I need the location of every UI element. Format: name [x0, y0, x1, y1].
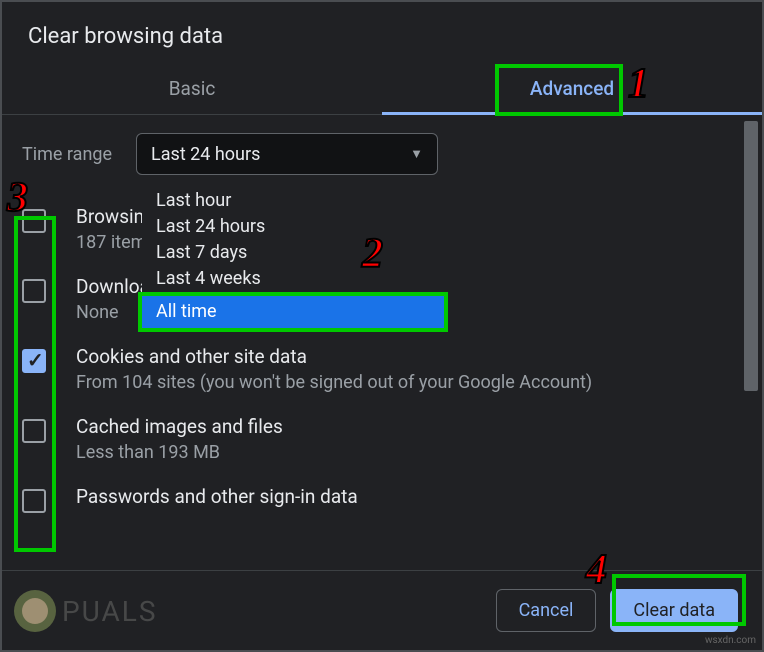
watermark: PUALS [14, 590, 158, 632]
cancel-button[interactable]: Cancel [496, 589, 597, 632]
item-title: Cookies and other site data [76, 345, 742, 368]
clear-data-button[interactable]: Clear data [610, 589, 738, 632]
option-last-24-hours[interactable]: Last 24 hours [142, 214, 444, 240]
option-last-hour[interactable]: Last hour [142, 188, 444, 214]
checkbox-download-history[interactable] [22, 279, 46, 303]
list-item: Cached images and files Less than 193 MB [22, 415, 742, 463]
tab-bar: Basic Advanced [2, 63, 762, 115]
chevron-down-icon: ▼ [410, 146, 423, 162]
tab-basic[interactable]: Basic [2, 63, 382, 114]
watermark-text: PUALS [62, 595, 158, 628]
option-last-7-days[interactable]: Last 7 days [142, 240, 444, 266]
clear-browsing-data-dialog: Clear browsing data Basic Advanced Time … [0, 0, 764, 652]
time-range-dropdown: Last hour Last 24 hours Last 7 days Last… [142, 188, 444, 332]
item-sub: Less than 193 MB [76, 442, 742, 463]
checkbox-cookies[interactable] [22, 349, 46, 373]
checkbox-browsing-history[interactable] [22, 209, 46, 233]
time-range-value: Last 24 hours [151, 144, 410, 165]
watermark-icon [14, 590, 56, 632]
dialog-title: Clear browsing data [2, 2, 762, 63]
option-last-4-weeks[interactable]: Last 4 weeks [142, 266, 444, 292]
dialog-body: Time range Last 24 hours ▼ Browsing hist… [2, 115, 762, 555]
tab-advanced[interactable]: Advanced [382, 63, 762, 114]
checkbox-passwords[interactable] [22, 489, 46, 513]
item-text: Cookies and other site data From 104 sit… [76, 345, 742, 393]
list-item: Cookies and other site data From 104 sit… [22, 345, 742, 393]
scrollbar[interactable] [744, 121, 758, 391]
time-range-label: Time range [22, 144, 112, 165]
item-sub: From 104 sites (you won't be signed out … [76, 372, 742, 393]
item-title: Passwords and other sign-in data [76, 485, 742, 508]
time-range-row: Time range Last 24 hours ▼ [2, 115, 762, 185]
source-url: wsxdn.com [705, 635, 756, 646]
option-all-time[interactable]: All time [138, 292, 448, 332]
item-text: Cached images and files Less than 193 MB [76, 415, 742, 463]
item-text: Passwords and other sign-in data [76, 485, 742, 512]
checkbox-cached-images[interactable] [22, 419, 46, 443]
time-range-select[interactable]: Last 24 hours ▼ [136, 133, 438, 175]
list-item: Passwords and other sign-in data [22, 485, 742, 513]
item-title: Cached images and files [76, 415, 742, 438]
